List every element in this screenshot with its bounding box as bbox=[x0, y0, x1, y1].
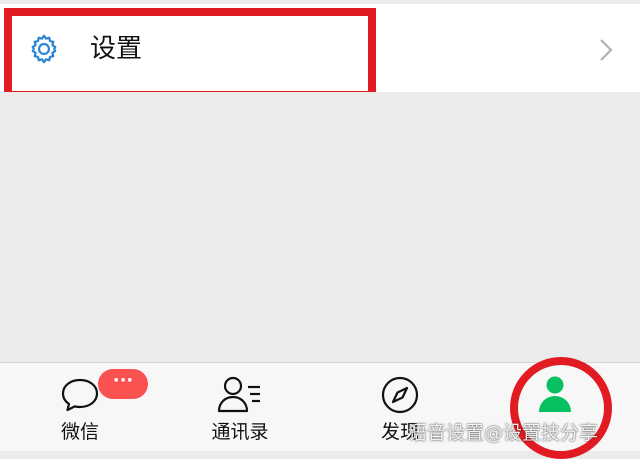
tab-chats[interactable]: ··· 微信 bbox=[10, 363, 150, 452]
tab-contacts-label: 通讯录 bbox=[211, 421, 269, 443]
me-page: 设置 ··· 微信 通讯录 发现 语音设置@设置技分享 bbox=[0, 0, 640, 459]
tab-discover[interactable]: 发现 bbox=[330, 363, 470, 452]
settings-row[interactable]: 设置 bbox=[0, 4, 640, 92]
empty-area bbox=[0, 92, 640, 362]
tab-contacts[interactable]: 通讯录 bbox=[170, 363, 310, 452]
unread-badge: ··· bbox=[98, 369, 148, 399]
person-icon bbox=[539, 376, 571, 412]
tab-chats-label: 微信 bbox=[60, 421, 99, 443]
contacts-icon bbox=[217, 376, 260, 413]
settings-label: 设置 bbox=[90, 34, 143, 64]
tab-discover-label: 发现 bbox=[380, 421, 419, 443]
chat-bubble-icon bbox=[61, 378, 99, 412]
chevron-right-icon bbox=[600, 39, 613, 61]
tab-me[interactable] bbox=[485, 363, 625, 452]
gear-icon bbox=[31, 34, 57, 64]
compass-icon bbox=[381, 376, 419, 414]
bottom-tab-bar: ··· 微信 通讯录 发现 bbox=[0, 362, 640, 451]
